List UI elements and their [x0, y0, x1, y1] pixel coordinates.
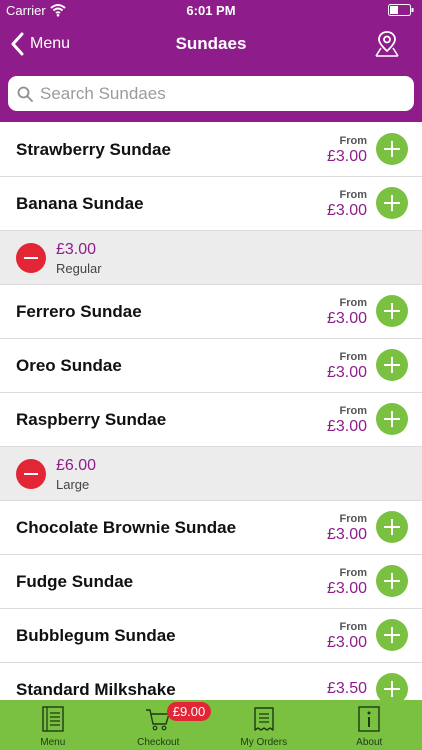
- item-price: £3.00: [326, 526, 367, 543]
- item-price: £3.00: [326, 202, 367, 219]
- tab-label: Menu: [40, 737, 66, 748]
- list-item[interactable]: Standard Milkshake £3.50: [0, 663, 422, 700]
- list-item[interactable]: Strawberry Sundae From £3.00: [0, 123, 422, 177]
- item-name: Banana Sundae: [16, 194, 144, 213]
- status-bar: Carrier 6:01 PM: [0, 0, 422, 22]
- item-price: £3.00: [326, 634, 367, 651]
- tab-about[interactable]: About: [317, 700, 422, 750]
- from-label: From: [339, 567, 368, 579]
- status-time: 6:01 PM: [186, 3, 236, 18]
- list-item[interactable]: Banana Sundae From £3.00: [0, 177, 422, 231]
- option-price: £3.00: [56, 241, 97, 258]
- from-label: From: [339, 297, 368, 309]
- list-item[interactable]: Fudge Sundae From £3.00: [0, 555, 422, 609]
- item-name: Standard Milkshake: [16, 680, 176, 699]
- battery-icon: [388, 4, 414, 16]
- list-item[interactable]: Bubblegum Sundae From £3.00: [0, 609, 422, 663]
- add-button[interactable]: [376, 295, 408, 327]
- remove-button[interactable]: [16, 459, 46, 489]
- tab-label: My Orders: [240, 737, 288, 748]
- menu-list: Strawberry Sundae From £3.00 Banana Sund…: [0, 123, 422, 700]
- search-input[interactable]: [40, 83, 400, 104]
- page-title: Sundaes: [175, 34, 247, 53]
- from-label: From: [339, 405, 368, 417]
- item-price: £3.00: [326, 364, 367, 381]
- tab-label: Checkout: [137, 737, 180, 748]
- add-button[interactable]: [376, 619, 408, 651]
- item-price: £3.00: [326, 148, 367, 165]
- list-item[interactable]: Chocolate Brownie Sundae From £3.00: [0, 501, 422, 555]
- from-label: From: [339, 513, 368, 525]
- add-button[interactable]: [376, 187, 408, 219]
- add-button[interactable]: [376, 565, 408, 597]
- header: Carrier 6:01 PM Menu Sundaes: [0, 0, 422, 122]
- add-button[interactable]: [376, 133, 408, 165]
- option-price: £6.00: [56, 457, 97, 474]
- tab-menu[interactable]: Menu: [0, 700, 106, 750]
- add-button[interactable]: [376, 511, 408, 543]
- item-name: Raspberry Sundae: [16, 410, 167, 429]
- add-button[interactable]: [376, 349, 408, 381]
- item-name: Bubblegum Sundae: [16, 626, 176, 645]
- search-box: [8, 76, 414, 111]
- item-name: Chocolate Brownie Sundae: [16, 518, 237, 537]
- from-label: From: [339, 189, 368, 201]
- item-name: Strawberry Sundae: [16, 140, 171, 159]
- list-item[interactable]: Oreo Sundae From £3.00: [0, 339, 422, 393]
- option-size: Large: [56, 477, 90, 492]
- tab-my-orders[interactable]: My Orders: [211, 700, 317, 750]
- tab-label: About: [356, 737, 383, 748]
- option-row: £3.00 Regular: [0, 231, 422, 285]
- option-size: Regular: [56, 261, 102, 276]
- item-price: £3.50: [326, 680, 367, 697]
- item-price: £3.00: [326, 580, 367, 597]
- list-item[interactable]: Raspberry Sundae From £3.00: [0, 393, 422, 447]
- menu-book-icon: [42, 706, 64, 732]
- tab-bar: Menu Checkout My Orders About: [0, 700, 422, 750]
- remove-button[interactable]: [16, 243, 46, 273]
- from-label: From: [339, 135, 368, 147]
- item-price: £3.00: [326, 310, 367, 327]
- nav-bar: Menu Sundaes: [0, 22, 422, 66]
- search-icon: [17, 86, 33, 102]
- receipt-icon: [254, 707, 274, 731]
- list-item[interactable]: Ferrero Sundae From £3.00: [0, 285, 422, 339]
- add-button[interactable]: [376, 673, 408, 700]
- from-label: From: [339, 351, 368, 363]
- location-pin-icon[interactable]: [374, 30, 400, 58]
- info-icon: [358, 706, 380, 732]
- from-label: From: [339, 621, 368, 633]
- item-name: Ferrero Sundae: [16, 302, 142, 321]
- cart-total-badge: £9.00: [167, 702, 211, 721]
- add-button[interactable]: [376, 403, 408, 435]
- option-row: £6.00 Large: [0, 447, 422, 501]
- item-price: £3.00: [326, 418, 367, 435]
- item-name: Oreo Sundae: [16, 356, 122, 375]
- item-name: Fudge Sundae: [16, 572, 134, 591]
